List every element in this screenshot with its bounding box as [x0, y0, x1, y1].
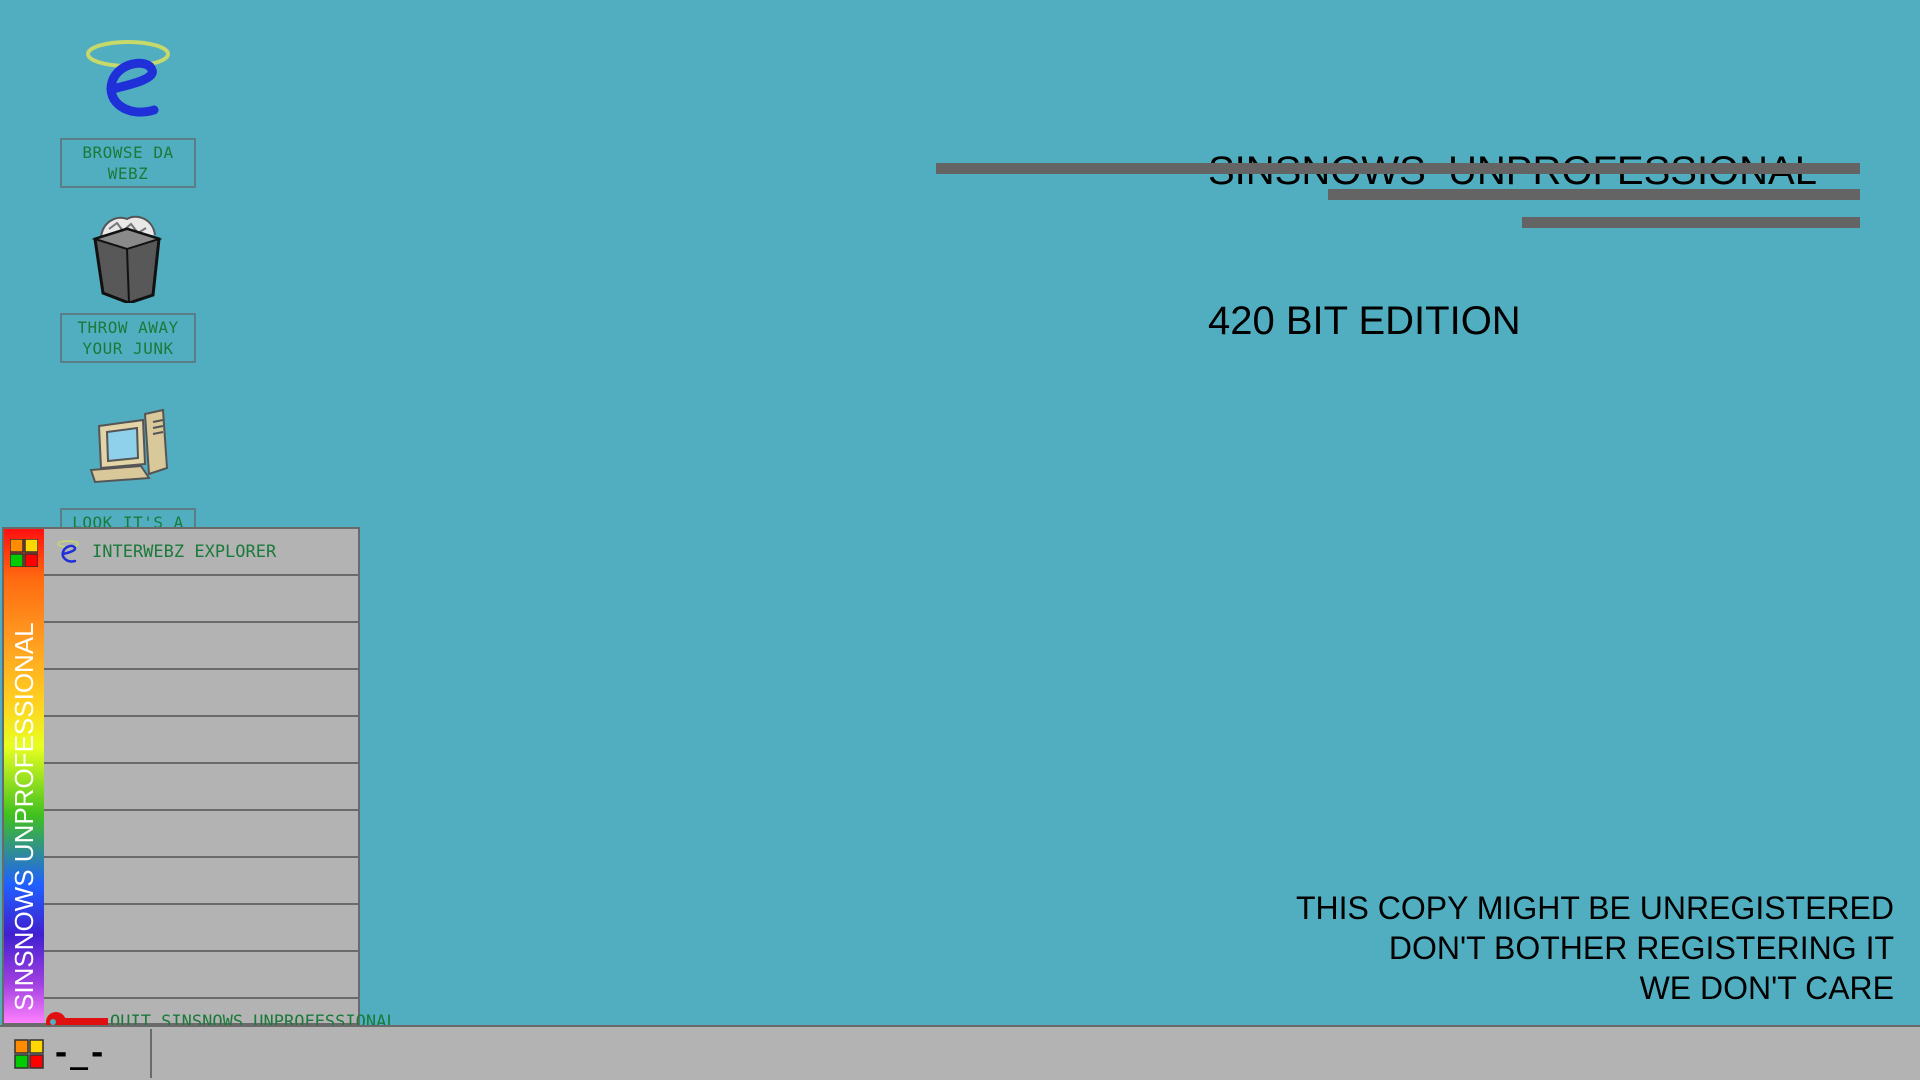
menu-item-empty[interactable]	[44, 670, 358, 717]
registration-notice-line3: WE DON'T CARE	[1639, 970, 1894, 1006]
title-bar-1	[936, 163, 1860, 174]
windows-logo-icon	[10, 539, 38, 567]
start-menu-items: INTERWEBZ EXPLORER QUIT SINSNOWS UNPROFE…	[44, 529, 397, 1025]
browser-icon	[73, 30, 183, 130]
menu-item-empty[interactable]	[44, 905, 358, 952]
menu-item-empty[interactable]	[44, 858, 358, 905]
start-button[interactable]: -_-	[2, 1029, 152, 1078]
start-menu-rail-text: SINSNOWS UNPROFESSIONAL	[9, 622, 39, 1011]
key-icon	[44, 1009, 110, 1025]
taskbar-window-area[interactable]	[154, 1029, 1920, 1078]
registration-notice: THIS COPY MIGHT BE UNREGISTERED DON'T BO…	[1296, 888, 1894, 1008]
menu-item-empty[interactable]	[44, 576, 358, 623]
title-bar-2	[1328, 189, 1860, 200]
start-menu-rail: SINSNOWS UNPROFESSIONAL	[4, 529, 44, 1023]
start-menu: SINSNOWS UNPROFESSIONAL INTERWEBZ EXPLOR…	[2, 527, 397, 1025]
desktop-icon-browser[interactable]: BROWSE DA WEBZ	[48, 30, 208, 188]
menu-item-quit-label: QUIT SINSNOWS UNPROFESSIONAL	[110, 1011, 397, 1026]
registration-notice-line2: DON'T BOTHER REGISTERING IT	[1388, 930, 1894, 966]
menu-item-label: INTERWEBZ EXPLORER	[92, 541, 277, 562]
menu-item-empty[interactable]	[44, 952, 358, 999]
menu-item-empty[interactable]	[44, 764, 358, 811]
title-bar-3	[1522, 217, 1860, 228]
os-title-line2: 420 BIT EDITION	[1208, 299, 1521, 343]
computer-icon	[73, 400, 183, 500]
taskbar: -_-	[0, 1025, 1920, 1080]
menu-item-quit[interactable]: QUIT SINSNOWS UNPROFESSIONAL	[44, 999, 397, 1025]
trash-icon-label: THROW AWAY YOUR JUNK	[60, 313, 196, 363]
menu-item-empty[interactable]	[44, 811, 358, 858]
browser-icon-label: BROWSE DA WEBZ	[60, 138, 196, 188]
menu-item-interwebz-explorer[interactable]: INTERWEBZ EXPLORER	[44, 529, 358, 576]
os-title: SINSNOWS UNPROFESSIONAL 420 BIT EDITION	[1208, 46, 1817, 446]
registration-notice-line1: THIS COPY MIGHT BE UNREGISTERED	[1295, 890, 1894, 926]
windows-logo-icon	[14, 1038, 44, 1069]
trash-icon	[73, 205, 183, 305]
desktop-icon-trash[interactable]: THROW AWAY YOUR JUNK	[48, 205, 208, 363]
browser-icon	[44, 538, 92, 566]
start-button-label: -_-	[52, 1036, 107, 1071]
desktop-icon-computer[interactable]: LOOK IT'S A	[48, 400, 208, 537]
menu-item-empty[interactable]	[44, 717, 358, 764]
desktop: BROWSE DA WEBZ THROW AWAY YOUR JUNK LOOK…	[0, 0, 1920, 1025]
menu-item-empty[interactable]	[44, 623, 358, 670]
